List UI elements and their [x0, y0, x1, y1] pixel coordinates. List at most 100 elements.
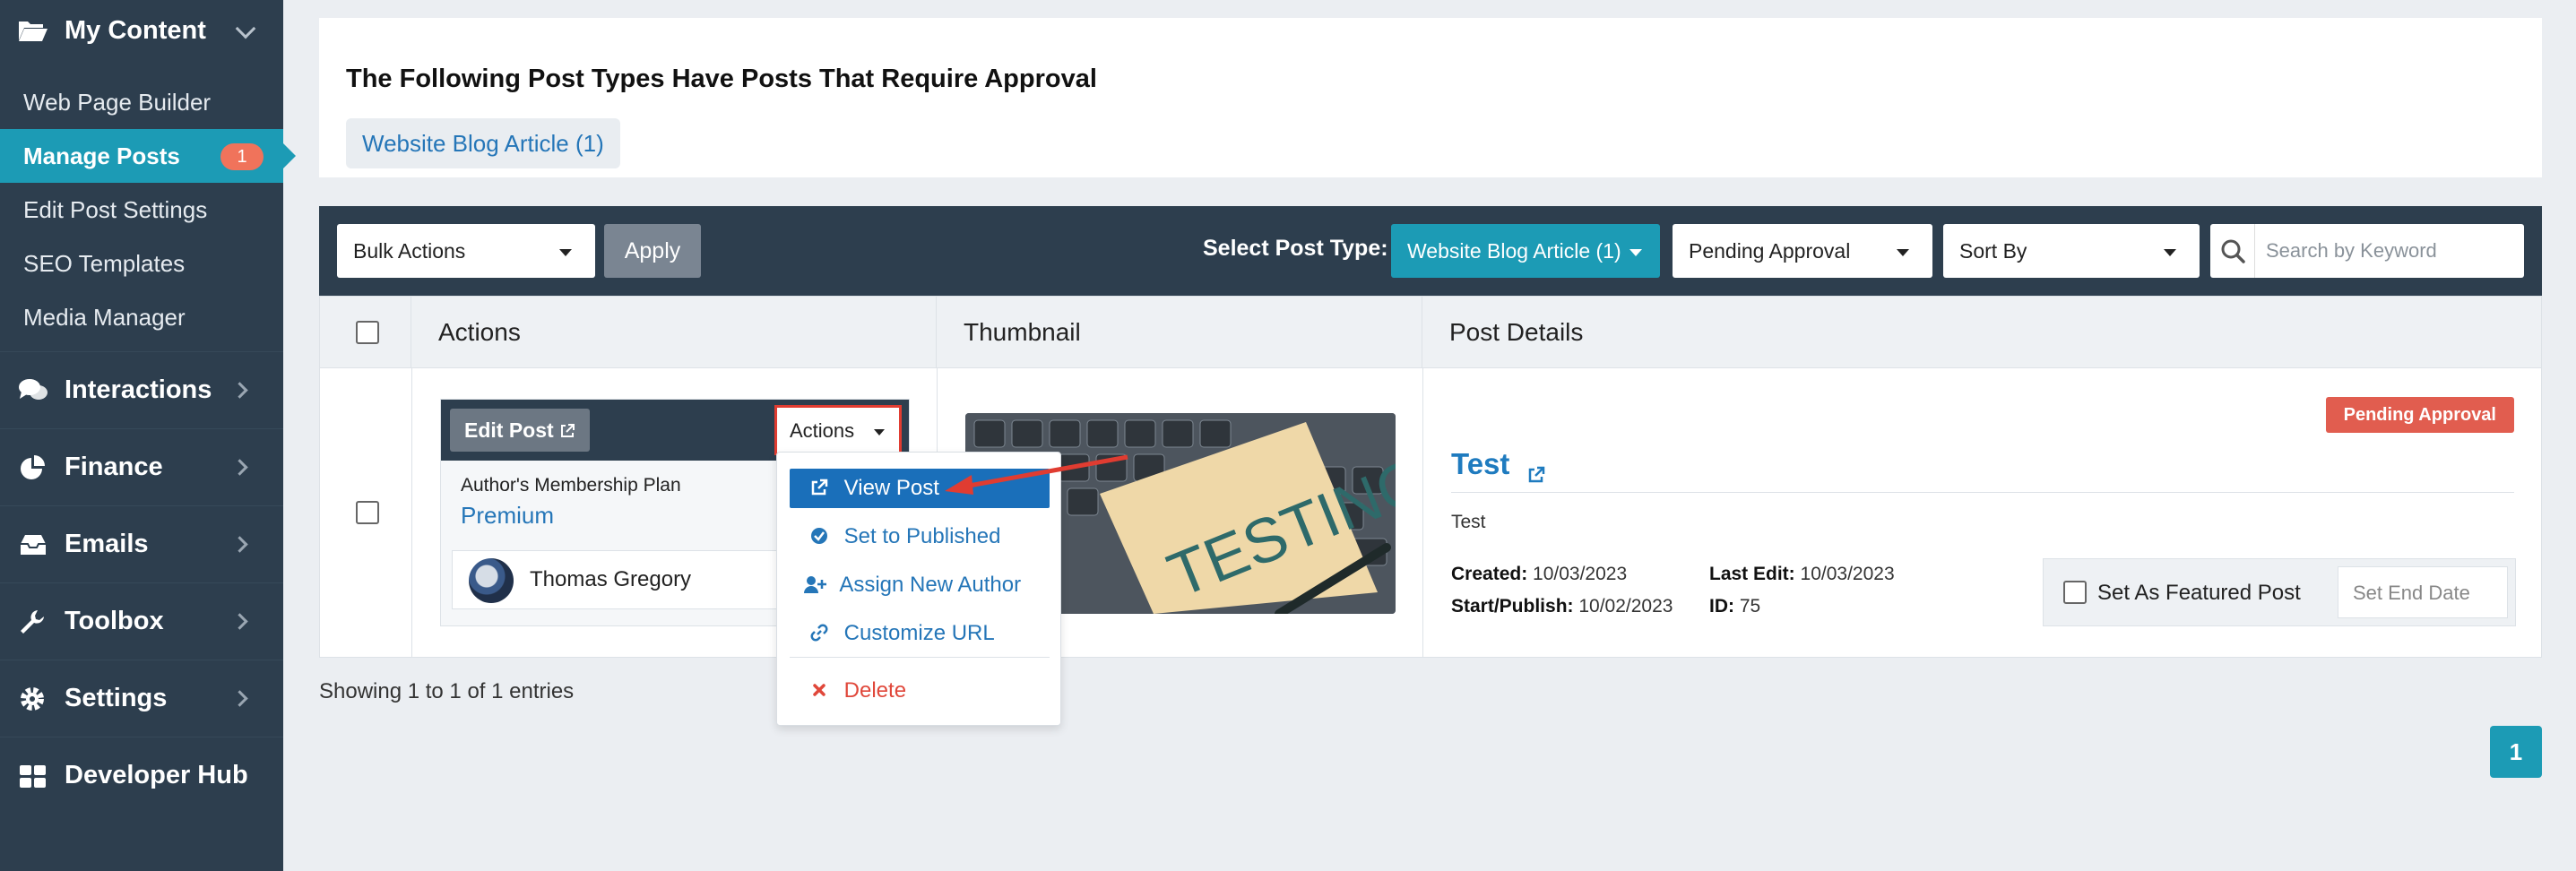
sort-by-value: Sort By: [1959, 239, 2027, 263]
sidebar-item-interactions[interactable]: Interactions: [0, 351, 283, 428]
search-box[interactable]: Search by Keyword: [2210, 224, 2524, 278]
sidebar-item-emails[interactable]: Emails: [0, 505, 283, 582]
sidebar-item-media-manager[interactable]: Media Manager: [0, 290, 283, 344]
bulk-actions-value: Bulk Actions: [353, 239, 466, 263]
end-date-input[interactable]: Set End Date: [2338, 566, 2508, 618]
menu-item-set-published[interactable]: Set to Published: [790, 517, 1050, 556]
actions-button-label: Actions: [790, 419, 855, 442]
sidebar: My Content Web Page Builder Manage Posts…: [0, 0, 296, 871]
caret-down-icon: [2164, 249, 2176, 256]
last-edit-value: 10/03/2023: [1800, 564, 1895, 584]
posts-table: Actions Thumbnail Post Details Edit Post…: [319, 296, 2542, 658]
menu-item-delete[interactable]: Delete: [790, 671, 1050, 711]
sidebar-item-label: Finance: [65, 453, 163, 481]
check-circle-icon: [808, 517, 831, 556]
pie-chart-icon: [18, 454, 48, 481]
apply-button[interactable]: Apply: [604, 224, 701, 278]
menu-item-customize-url[interactable]: Customize URL: [790, 614, 1050, 653]
bulk-actions-select[interactable]: Bulk Actions: [337, 224, 595, 278]
sidebar-item-developer-hub[interactable]: Developer Hub: [0, 737, 283, 814]
count-badge: 1: [220, 143, 264, 170]
sidebar-submenu: Web Page Builder Manage Posts 1 Edit Post…: [0, 75, 296, 344]
chevron-right-icon: [231, 459, 248, 476]
caret-down-icon: [874, 429, 885, 436]
select-all-checkbox[interactable]: [356, 321, 379, 344]
sidebar-item-web-page-builder[interactable]: Web Page Builder: [0, 75, 283, 129]
sidebar-item-label: Settings: [65, 684, 168, 712]
created-value: 10/03/2023: [1533, 564, 1628, 584]
chevron-right-icon: [231, 690, 248, 707]
status-filter-value: Pending Approval: [1689, 239, 1851, 263]
inbox-icon: [18, 531, 48, 558]
last-edit-label: Last Edit:: [1709, 564, 1795, 584]
membership-value[interactable]: Premium: [461, 502, 554, 530]
featured-checkbox[interactable]: [2063, 581, 2087, 604]
post-title: Test: [1451, 447, 1510, 480]
sidebar-item-label: Emails: [65, 530, 149, 558]
featured-post-box: Set As Featured Post Set End Date: [2043, 558, 2516, 626]
sidebar-item-manage-posts[interactable]: Manage Posts 1: [0, 129, 296, 183]
membership-label: Author's Membership Plan: [461, 475, 681, 496]
start-value: 10/02/2023: [1578, 596, 1673, 617]
header-post-details: Post Details: [1449, 318, 1584, 346]
filter-toolbar: Bulk Actions Apply Select Post Type: Web…: [319, 206, 2542, 296]
search-icon: [2210, 224, 2255, 278]
sidebar-item-label: Manage Posts: [23, 142, 180, 169]
sort-by-select[interactable]: Sort By: [1943, 224, 2200, 278]
sidebar-item-settings[interactable]: Settings: [0, 660, 283, 737]
menu-item-label: View Post: [843, 476, 939, 500]
menu-item-label: Set to Published: [843, 524, 1001, 548]
featured-label: Set As Featured Post: [2097, 581, 2301, 605]
menu-item-assign-author[interactable]: Assign New Author: [790, 565, 1050, 605]
comments-icon: [18, 377, 48, 404]
sidebar-item-toolbox[interactable]: Toolbox: [0, 582, 283, 660]
post-title-link[interactable]: Test: [1451, 447, 1545, 483]
search-input[interactable]: Search by Keyword: [2266, 224, 2437, 278]
sidebar-item-label: Web Page Builder: [23, 89, 212, 116]
external-link-icon: [559, 418, 575, 442]
sidebar-item-label: Media Manager: [23, 304, 186, 331]
status-filter-select[interactable]: Pending Approval: [1673, 224, 1932, 278]
id-label: ID:: [1709, 596, 1734, 617]
status-badge: Pending Approval: [2325, 397, 2514, 433]
close-icon: [808, 671, 831, 711]
actions-dropdown-button[interactable]: Actions: [774, 405, 902, 455]
sidebar-item-my-content[interactable]: My Content: [0, 0, 283, 61]
header-select-cell: [320, 297, 411, 368]
sidebar-main-menu: Interactions Finance Emails Toolbox Sett…: [0, 351, 283, 814]
chevron-right-icon: [231, 613, 248, 630]
approval-panel: The Following Post Types Have Posts That…: [319, 18, 2542, 177]
approval-title: The Following Post Types Have Posts That…: [346, 65, 1097, 93]
sidebar-item-edit-post-settings[interactable]: Edit Post Settings: [0, 183, 283, 237]
header-actions: Actions: [411, 297, 937, 368]
author-name: Thomas Gregory: [530, 567, 692, 591]
entries-info: Showing 1 to 1 of 1 entries: [319, 679, 575, 703]
post-type-value: Website Blog Article (1): [1407, 239, 1621, 263]
menu-item-label: Delete: [843, 678, 907, 703]
row-checkbox[interactable]: [356, 501, 379, 524]
external-link-icon: [808, 469, 831, 508]
sidebar-item-label: Interactions: [65, 375, 212, 404]
sidebar-item-finance[interactable]: Finance: [0, 428, 283, 505]
gear-icon: [18, 686, 48, 712]
sidebar-item-label: Edit Post Settings: [23, 196, 208, 223]
annotation-arrow: [945, 454, 1128, 495]
caret-down-icon: [1897, 249, 1909, 256]
pagination-page-1[interactable]: 1: [2490, 726, 2542, 778]
post-type-chip[interactable]: Website Blog Article (1): [346, 118, 620, 168]
menu-item-label: Customize URL: [843, 621, 995, 645]
chevron-down-icon: [235, 18, 256, 39]
last-edit-meta: Last Edit: 10/03/2023: [1709, 564, 1895, 585]
wrench-icon: [18, 608, 48, 635]
avatar: [469, 558, 514, 603]
sidebar-item-seo-templates[interactable]: SEO Templates: [0, 237, 283, 290]
edit-post-button[interactable]: Edit Post: [450, 409, 591, 452]
id-meta: ID: 75: [1709, 596, 1760, 617]
id-value: 75: [1739, 596, 1761, 617]
divider: [790, 657, 1050, 658]
column-divider: [411, 368, 412, 657]
post-type-label: Select Post Type:: [1203, 236, 1388, 261]
external-link-icon: [1527, 457, 1545, 483]
link-icon: [808, 614, 831, 653]
post-type-select[interactable]: Website Blog Article (1): [1391, 224, 1660, 278]
